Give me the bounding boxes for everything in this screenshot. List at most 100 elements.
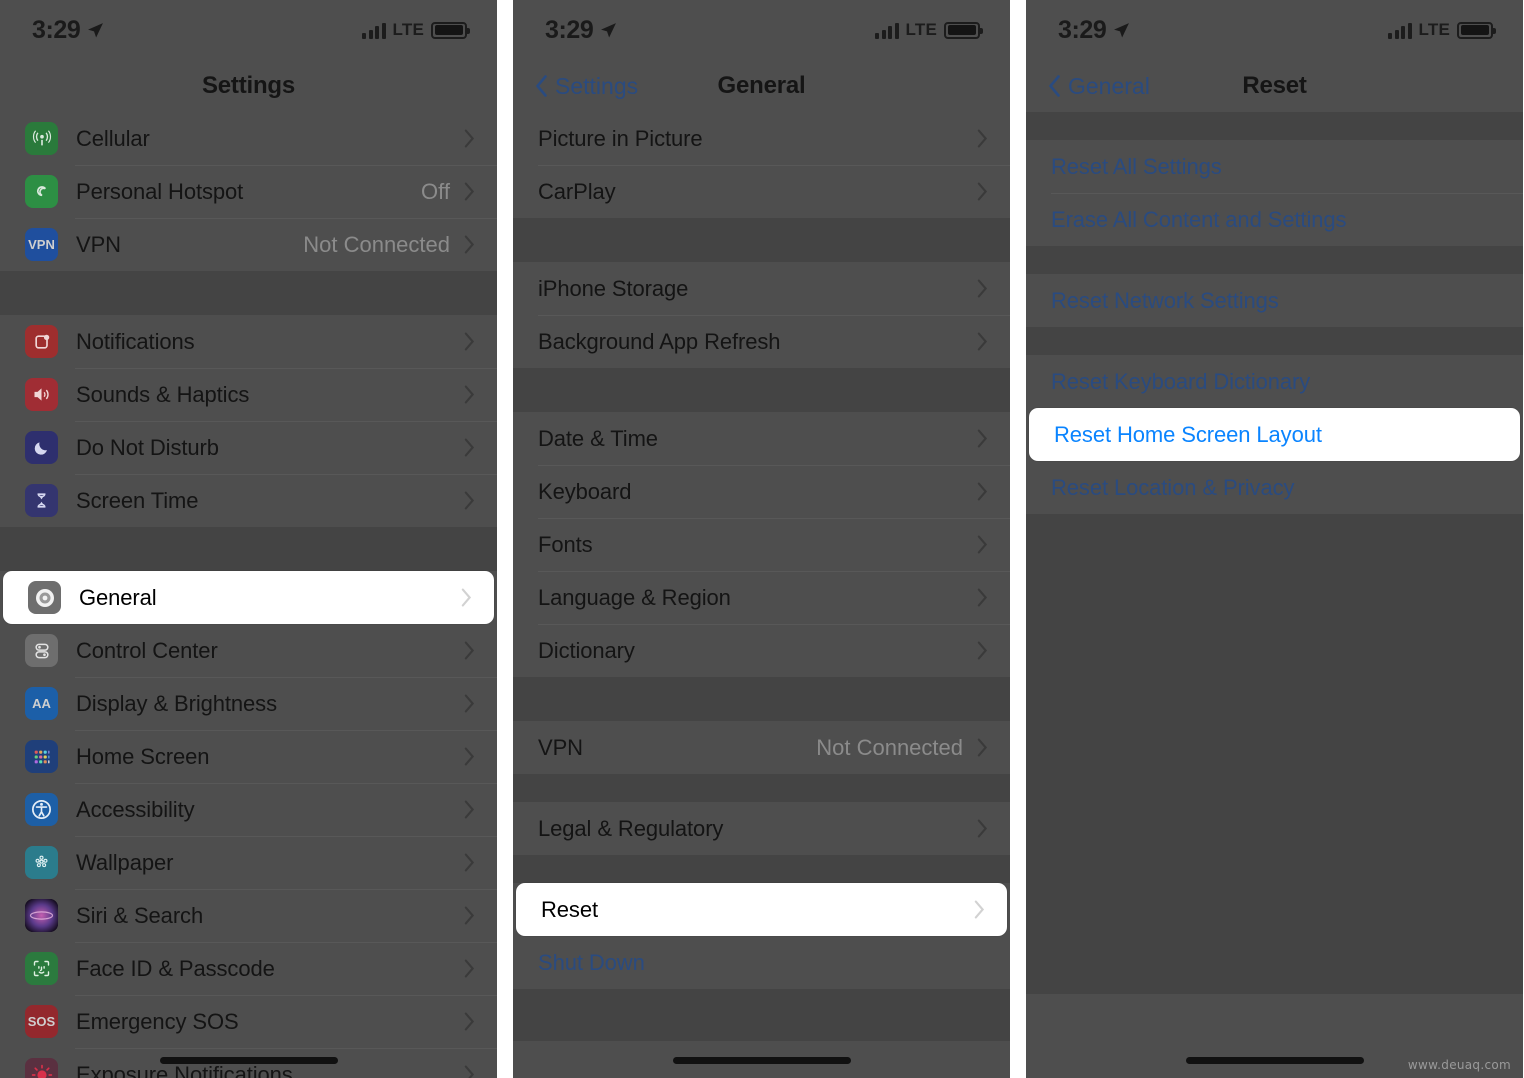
list-item-keyboard[interactable]: Keyboard bbox=[513, 465, 1010, 518]
list-item-label: Picture in Picture bbox=[538, 125, 703, 151]
sidebar-item-face-id-passcode[interactable]: Face ID & Passcode bbox=[0, 942, 497, 995]
sidebar-item-cellular[interactable]: Cellular bbox=[0, 112, 497, 165]
sidebar-item-sounds-haptics[interactable]: Sounds & Haptics bbox=[0, 368, 497, 421]
carrier-label: LTE bbox=[392, 20, 424, 39]
nav-bar-reset: General Reset bbox=[1026, 60, 1523, 112]
chevron-right-icon bbox=[464, 694, 475, 713]
list-item-reset-all-settings[interactable]: Reset All Settings bbox=[1026, 140, 1523, 193]
sidebar-item-control-center[interactable]: Control Center bbox=[0, 624, 497, 677]
siri-search-icon bbox=[25, 899, 58, 932]
vpn-icon: VPN bbox=[25, 228, 58, 261]
sidebar-item-siri-search[interactable]: Siri & Search bbox=[0, 889, 497, 942]
sidebar-item-label: Notifications bbox=[76, 328, 195, 354]
list-item-background-app-refresh[interactable]: Background App Refresh bbox=[513, 315, 1010, 368]
chevron-right-icon bbox=[464, 491, 475, 510]
sidebar-item-personal-hotspot[interactable]: Personal Hotspot Off bbox=[0, 165, 497, 218]
chevron-right-icon bbox=[464, 959, 475, 978]
list-item-shut-down[interactable]: Shut Down bbox=[513, 936, 1010, 989]
sidebar-item-label: Personal Hotspot bbox=[76, 178, 244, 204]
sidebar-item-label: Do Not Disturb bbox=[76, 434, 219, 460]
list-item-picture-in-picture[interactable]: Picture in Picture bbox=[513, 112, 1010, 165]
general-group-6: Reset Shut Down bbox=[513, 883, 1010, 989]
watermark: www.deuaq.com bbox=[1407, 1058, 1511, 1072]
list-item-label: Keyboard bbox=[538, 478, 632, 504]
sidebar-item-accessibility[interactable]: Accessibility bbox=[0, 783, 497, 836]
section-divider bbox=[513, 677, 1010, 721]
reset-group-1: Reset All Settings Erase All Content and… bbox=[1026, 140, 1523, 246]
row-value: Off bbox=[421, 178, 450, 204]
home-screen-icon bbox=[25, 740, 58, 773]
chevron-right-icon bbox=[974, 900, 985, 919]
wallpaper-icon bbox=[25, 846, 58, 879]
back-button-settings[interactable]: Settings bbox=[513, 73, 638, 100]
chevron-right-icon bbox=[977, 819, 988, 838]
sidebar-item-label: Emergency SOS bbox=[76, 1008, 239, 1034]
back-button-general[interactable]: General bbox=[1026, 73, 1150, 100]
sounds-haptics-icon bbox=[25, 378, 58, 411]
list-item-reset-network-settings[interactable]: Reset Network Settings bbox=[1026, 274, 1523, 327]
sidebar-item-label: Display & Brightness bbox=[76, 690, 277, 716]
list-item-vpn[interactable]: VPN Not Connected bbox=[513, 721, 1010, 774]
sidebar-item-label: Home Screen bbox=[76, 743, 210, 769]
general-gear-icon bbox=[28, 581, 61, 614]
list-item-language-region[interactable]: Language & Region bbox=[513, 571, 1010, 624]
empty-area bbox=[1026, 514, 1523, 994]
sidebar-item-wallpaper[interactable]: Wallpaper bbox=[0, 836, 497, 889]
list-item-iphone-storage[interactable]: iPhone Storage bbox=[513, 262, 1010, 315]
status-bar-time: 3:29 bbox=[32, 15, 81, 44]
list-item-date-time[interactable]: Date & Time bbox=[513, 412, 1010, 465]
chevron-right-icon bbox=[464, 800, 475, 819]
list-item-legal-regulatory[interactable]: Legal & Regulatory bbox=[513, 802, 1010, 855]
page-title: Settings bbox=[201, 72, 296, 99]
sidebar-item-general[interactable]: General bbox=[3, 571, 494, 624]
list-item-reset-keyboard-dictionary[interactable]: Reset Keyboard Dictionary bbox=[1026, 355, 1523, 408]
battery-icon bbox=[1457, 21, 1496, 39]
chevron-right-icon bbox=[464, 438, 475, 457]
sidebar-item-home-screen[interactable]: Home Screen bbox=[0, 730, 497, 783]
list-item-reset-home-screen-layout[interactable]: Reset Home Screen Layout bbox=[1029, 408, 1520, 461]
back-button-label: Settings bbox=[555, 72, 639, 99]
cellular-signal-icon bbox=[1388, 22, 1412, 39]
chevron-right-icon bbox=[977, 332, 988, 351]
display-brightness-icon: AA bbox=[25, 687, 58, 720]
general-group-3: Date & Time Keyboard Fonts Language & Re… bbox=[513, 412, 1010, 677]
panel-gap bbox=[497, 0, 513, 1078]
general-group-5: Legal & Regulatory bbox=[513, 802, 1010, 855]
location-arrow-icon bbox=[88, 22, 104, 38]
chevron-right-icon bbox=[461, 588, 472, 607]
sidebar-item-emergency-sos[interactable]: SOS Emergency SOS bbox=[0, 995, 497, 1048]
home-indicator bbox=[1185, 1057, 1364, 1064]
status-bar-left: 3:29 bbox=[32, 16, 104, 45]
list-item-reset[interactable]: Reset bbox=[516, 883, 1007, 936]
list-item-label: Reset bbox=[541, 896, 598, 922]
list-item-erase-all-content-and-settings[interactable]: Erase All Content and Settings bbox=[1026, 193, 1523, 246]
sidebar-item-do-not-disturb[interactable]: Do Not Disturb bbox=[0, 421, 497, 474]
list-item-label: Shut Down bbox=[538, 949, 645, 975]
sidebar-item-label: Sounds & Haptics bbox=[76, 381, 250, 407]
sidebar-item-label: General bbox=[79, 584, 157, 610]
sidebar-item-notifications[interactable]: Notifications bbox=[0, 315, 497, 368]
highlight-wrapper-reset-home-screen-layout: Reset Home Screen Layout bbox=[1026, 408, 1523, 461]
list-item-dictionary[interactable]: Dictionary bbox=[513, 624, 1010, 677]
list-item-carplay[interactable]: CarPlay bbox=[513, 165, 1010, 218]
settings-group-system: General Control Center AA Display & Brig… bbox=[0, 571, 497, 1078]
general-list: Picture in Picture CarPlay iPhone Storag… bbox=[513, 112, 1010, 1041]
status-bar: 3:29 LTE bbox=[1026, 0, 1523, 60]
location-arrow-icon bbox=[1114, 22, 1130, 38]
sidebar-item-display-brightness[interactable]: AA Display & Brightness bbox=[0, 677, 497, 730]
chevron-right-icon bbox=[464, 182, 475, 201]
status-bar-time: 3:29 bbox=[1058, 15, 1107, 44]
section-divider bbox=[513, 368, 1010, 412]
list-item-label: VPN bbox=[538, 734, 583, 760]
sidebar-item-vpn[interactable]: VPN VPN Not Connected bbox=[0, 218, 497, 271]
battery-icon bbox=[431, 21, 470, 39]
list-item-fonts[interactable]: Fonts bbox=[513, 518, 1010, 571]
sidebar-item-label: Control Center bbox=[76, 637, 218, 663]
sidebar-item-screen-time[interactable]: Screen Time bbox=[0, 474, 497, 527]
face-id-icon bbox=[25, 952, 58, 985]
list-item-reset-location-privacy[interactable]: Reset Location & Privacy bbox=[1026, 461, 1523, 514]
chevron-right-icon bbox=[977, 129, 988, 148]
highlight-wrapper-general: General bbox=[0, 571, 497, 624]
chevron-right-icon bbox=[464, 1012, 475, 1031]
status-bar-time: 3:29 bbox=[545, 15, 594, 44]
